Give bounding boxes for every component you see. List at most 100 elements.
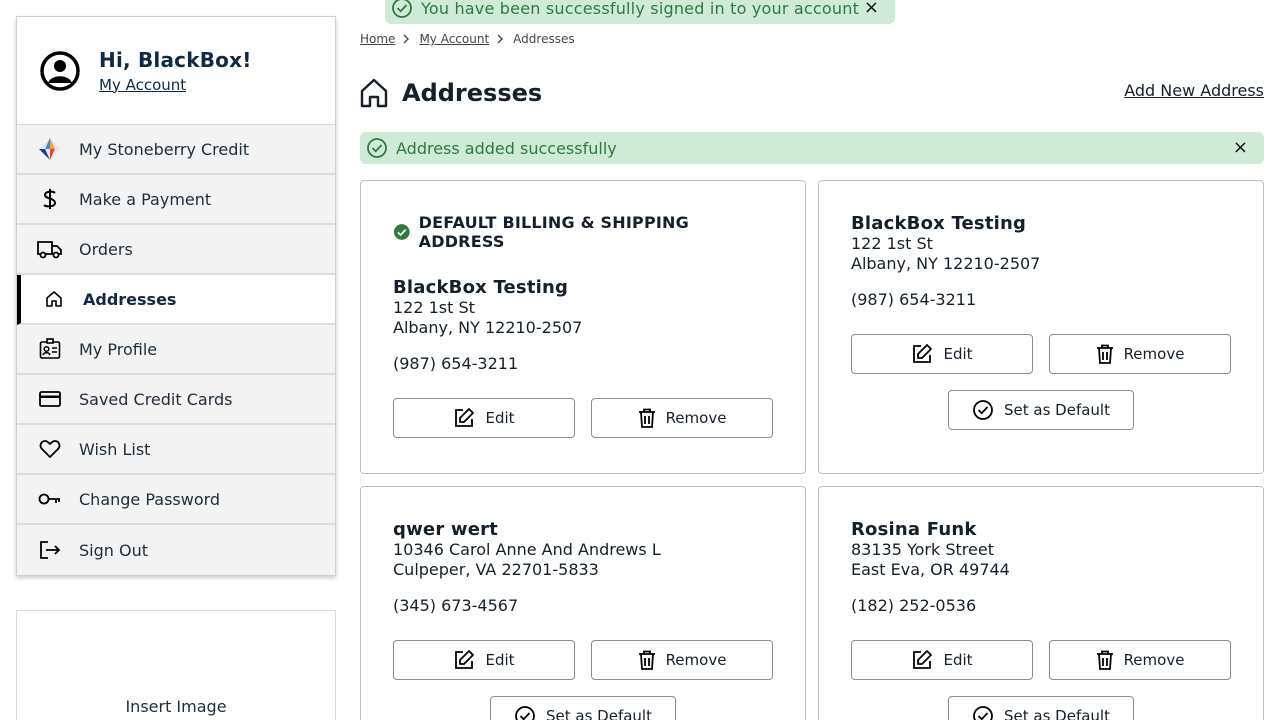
greeting-panel: Hi, BlackBox! My Account <box>17 17 335 125</box>
image-placeholder: Insert Image <box>16 610 336 720</box>
edit-button[interactable]: Edit <box>851 334 1033 374</box>
breadcrumb-account-link[interactable]: My Account <box>419 32 489 46</box>
sidebar-item-orders[interactable]: Orders <box>17 225 335 275</box>
key-icon <box>37 486 63 512</box>
dollar-icon <box>37 186 63 212</box>
address-card: Rosina Funk 83135 York Street East Eva, … <box>818 486 1264 720</box>
sidebar-item-wish-list[interactable]: Wish List <box>17 425 335 475</box>
address-name: Rosina Funk <box>851 519 977 540</box>
sidebar-item-label: Make a Payment <box>79 189 212 209</box>
address-phone: (182) 252-0536 <box>851 596 977 615</box>
sidebar-item-addresses[interactable]: Addresses <box>17 275 335 325</box>
sidebar-item-label: Saved Credit Cards <box>79 389 233 409</box>
breadcrumb: Home My Account Addresses <box>360 32 575 46</box>
check-circle-icon <box>973 400 993 420</box>
default-badge-text: DEFAULT BILLING & SHIPPING ADDRESS <box>418 213 689 251</box>
remove-button[interactable]: Remove <box>591 640 773 680</box>
credit-card-icon <box>37 386 63 412</box>
sidebar-item-label: My Stoneberry Credit <box>79 139 250 159</box>
sidebar-item-label: Wish List <box>79 439 151 459</box>
remove-button[interactable]: Remove <box>591 398 773 438</box>
alert-message: Address added successfully <box>396 138 617 158</box>
trash-icon <box>638 408 655 428</box>
sidebar-item-label: Sign Out <box>79 540 148 560</box>
address-line1: 122 1st St <box>393 298 475 317</box>
page-header: Addresses Add New Address <box>360 76 1264 110</box>
address-line1: 10346 Carol Anne And Andrews L <box>393 540 661 559</box>
my-account-link[interactable]: My Account <box>99 76 186 94</box>
remove-label: Remove <box>1123 651 1185 669</box>
edit-label: Edit <box>943 651 973 669</box>
check-filled-icon <box>393 224 410 240</box>
default-badge: DEFAULT BILLING & SHIPPING ADDRESS <box>393 213 773 251</box>
toast-message: You have been successfully signed in to … <box>421 0 860 18</box>
check-circle-icon <box>515 706 535 720</box>
check-circle-icon <box>973 706 993 720</box>
address-line2: Albany, NY 12210-2507 <box>851 254 1041 273</box>
remove-button[interactable]: Remove <box>1049 334 1231 374</box>
check-circle-icon <box>367 138 387 158</box>
remove-button[interactable]: Remove <box>1049 640 1231 680</box>
address-line2: Culpeper, VA 22701-5833 <box>393 560 599 579</box>
edit-icon <box>455 650 475 669</box>
check-circle-icon <box>392 0 412 18</box>
remove-label: Remove <box>665 651 727 669</box>
edit-icon <box>455 408 475 427</box>
address-name: qwer wert <box>393 519 498 540</box>
edit-label: Edit <box>485 409 515 427</box>
chevron-right-icon <box>403 34 411 44</box>
address-line1: 122 1st St <box>851 234 933 253</box>
remove-label: Remove <box>665 409 727 427</box>
address-card: BlackBox Testing 122 1st St Albany, NY 1… <box>818 180 1264 474</box>
address-name: BlackBox Testing <box>851 213 1027 234</box>
account-sidebar: Hi, BlackBox! My Account My Stoneberry C… <box>16 16 336 576</box>
edit-button[interactable]: Edit <box>851 640 1033 680</box>
sidebar-item-stoneberry-credit[interactable]: My Stoneberry Credit <box>17 125 335 175</box>
address-card: qwer wert 10346 Carol Anne And Andrews L… <box>360 486 806 720</box>
set-default-label: Set as Default <box>1004 707 1110 720</box>
set-default-button[interactable]: Set as Default <box>948 696 1134 720</box>
edit-label: Edit <box>485 651 515 669</box>
sidebar-item-label: My Profile <box>79 339 158 359</box>
address-line2: East Eva, OR 49744 <box>851 560 1010 579</box>
trash-icon <box>1096 344 1113 364</box>
edit-icon <box>913 650 933 669</box>
signin-toast: You have been successfully signed in to … <box>385 0 895 24</box>
sidebar-item-saved-credit-cards[interactable]: Saved Credit Cards <box>17 375 335 425</box>
home-icon <box>41 286 67 312</box>
user-avatar-icon <box>40 50 80 91</box>
edit-label: Edit <box>943 345 973 363</box>
breadcrumb-home-link[interactable]: Home <box>360 32 395 46</box>
breadcrumb-current: Addresses <box>513 32 575 46</box>
greeting-text: Hi, BlackBox! <box>99 47 252 72</box>
success-alert: Address added successfully × <box>360 132 1264 164</box>
chevron-right-icon <box>497 34 505 44</box>
sidebar-item-sign-out[interactable]: Sign Out <box>17 525 335 575</box>
set-default-label: Set as Default <box>1004 401 1110 419</box>
stoneberry-logo-icon <box>37 136 63 162</box>
close-icon[interactable]: × <box>1233 137 1248 158</box>
sidebar-item-my-profile[interactable]: My Profile <box>17 325 335 375</box>
sidebar-item-label: Change Password <box>79 489 221 509</box>
address-line2: Albany, NY 12210-2507 <box>393 318 583 337</box>
sidebar-item-make-payment[interactable]: Make a Payment <box>17 175 335 225</box>
sidebar-item-label: Addresses <box>83 289 177 309</box>
address-phone: (345) 673-4567 <box>393 596 519 615</box>
insert-image-text: Insert Image <box>125 697 227 716</box>
home-icon <box>360 78 388 108</box>
address-phone: (987) 654-3211 <box>393 354 519 373</box>
address-name: BlackBox Testing <box>393 277 569 298</box>
remove-label: Remove <box>1123 345 1185 363</box>
truck-icon <box>37 236 63 262</box>
sidebar-item-change-password[interactable]: Change Password <box>17 475 335 525</box>
add-new-address-link[interactable]: Add New Address <box>1124 81 1264 100</box>
edit-button[interactable]: Edit <box>393 640 575 680</box>
close-icon[interactable]: × <box>864 0 879 18</box>
edit-button[interactable]: Edit <box>393 398 575 438</box>
set-default-button[interactable]: Set as Default <box>948 390 1134 430</box>
sign-out-icon <box>37 537 63 563</box>
address-line1: 83135 York Street <box>851 540 994 559</box>
trash-icon <box>638 650 655 670</box>
set-default-button[interactable]: Set as Default <box>490 696 676 720</box>
page-title: Addresses <box>402 79 543 107</box>
